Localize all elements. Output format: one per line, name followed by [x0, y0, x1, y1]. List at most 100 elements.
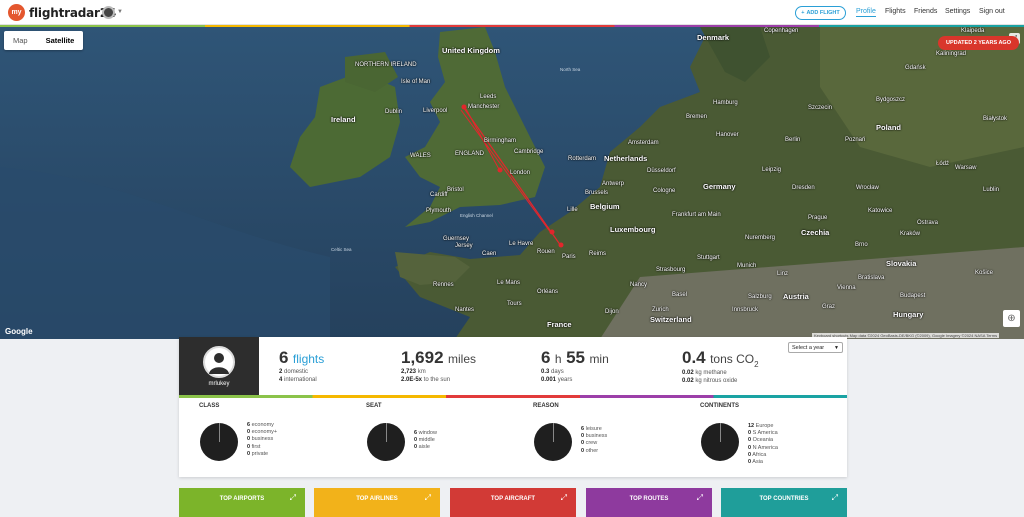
map-label: Cardiff	[430, 192, 448, 198]
chevron-down-icon: ▼	[834, 345, 839, 351]
seat-breakdown: SEAT 6 window 0 middle 0 aisle	[366, 403, 516, 473]
top-airlines-tile[interactable]: TOP AIRLINES ⤢	[314, 488, 440, 517]
map-label: Rennes	[433, 282, 454, 288]
flight-map[interactable]: United Kingdom NORTHERN IRELAND Ireland …	[0, 27, 1024, 339]
nav-settings[interactable]: Settings	[945, 8, 970, 15]
map-label: Hungary	[893, 310, 924, 319]
airport-pin-paris-cdg[interactable]	[549, 229, 555, 235]
methane-label: kg methane	[695, 370, 727, 377]
map-label: Austria	[783, 292, 809, 301]
map-label: Dijon	[605, 309, 619, 315]
map-label: Linz	[777, 271, 789, 277]
map-label: Netherlands	[604, 154, 648, 163]
map-label: Białystok	[983, 116, 1008, 122]
breakdown-row: 0 crew	[581, 440, 598, 447]
breakdown-row: 0 Oceania	[748, 437, 774, 444]
nitrous-label: kg nitrous oxide	[695, 378, 738, 385]
add-flight-label: ADD FLIGHT	[806, 10, 840, 16]
add-flight-button[interactable]: + ADD FLIGHT	[795, 6, 846, 20]
map-label: Košice	[975, 270, 994, 276]
breakdown-title: SEAT	[366, 403, 382, 409]
flights-stat: 6 flights 2 domestic 4 international	[279, 348, 324, 384]
map-label: Vienna	[837, 285, 856, 291]
domestic-label: domestic	[284, 369, 309, 375]
map-label: Nancy	[630, 282, 648, 288]
flights-count: 6	[279, 348, 289, 367]
map-label: Bydgoszcz	[876, 97, 906, 103]
map-label: Prague	[808, 215, 828, 221]
map-label: NORTHERN IRELAND	[355, 62, 417, 68]
breakdown-row: 0 business	[581, 433, 608, 440]
map-label: Hanover	[716, 132, 739, 138]
continents-pie-chart	[701, 423, 739, 461]
top-airports-tile[interactable]: TOP AIRPORTS ⤢	[179, 488, 305, 517]
expand-icon[interactable]: ⤢	[832, 493, 838, 503]
airport-pin-paris-orly[interactable]	[558, 242, 564, 248]
breakdown-row: 0 private	[247, 450, 269, 457]
map-label: Leipzig	[762, 167, 782, 173]
year-select[interactable]: Select a year ▼	[788, 342, 843, 353]
expand-icon[interactable]: ⤢	[425, 493, 431, 503]
map-label: Cologne	[653, 188, 676, 194]
years-label: years	[557, 377, 573, 383]
map-label: Czechia	[801, 228, 830, 237]
map-label: Plymouth	[426, 208, 452, 214]
map-label: Denmark	[697, 33, 730, 42]
map-type-toggle[interactable]: Map Satellite	[4, 31, 84, 50]
map-label: Leeds	[480, 94, 497, 100]
tile-title: TOP AIRCRAFT	[490, 496, 536, 502]
map-label: Bratislava	[858, 275, 885, 281]
breakdown-row: 0 S America	[748, 430, 778, 437]
expand-icon[interactable]: ⤢	[290, 493, 296, 503]
breakdown-row: 12 Europe	[748, 423, 774, 429]
top-routes-tile[interactable]: TOP ROUTES ⤢	[586, 488, 712, 517]
tile-title: TOP COUNTRIES	[759, 496, 809, 502]
locate-icon[interactable]: ⊕	[1003, 310, 1020, 327]
time-years: 0.001	[541, 377, 557, 383]
map-label: Slovakia	[886, 259, 917, 268]
satellite-view-button[interactable]: Satellite	[37, 31, 84, 50]
map-label: Ostrava	[917, 220, 939, 226]
breakdown-row: 0 economy+	[247, 429, 278, 436]
map-label: Bristol	[447, 187, 464, 193]
top-countries-tile[interactable]: TOP COUNTRIES ⤢	[721, 488, 847, 517]
nav-profile[interactable]: Profile	[856, 8, 876, 17]
top-aircraft-tile[interactable]: TOP AIRCRAFT ⤢	[450, 488, 576, 517]
map-label: Gdańsk	[905, 65, 926, 71]
map-label: Katowice	[868, 208, 893, 214]
map-label: Poznań	[845, 137, 866, 143]
time-hours: 6	[541, 348, 551, 367]
nav-sign-out[interactable]: Sign out	[979, 8, 1005, 15]
flights-unit-link[interactable]: flights	[293, 352, 324, 366]
distance-stat: 1,692 miles 2,723 km 2.0E-5x to the sun	[401, 348, 476, 384]
map-label: France	[547, 320, 572, 329]
co2-stat: 0.4 tons CO2 0.02 kg methane 0.02 kg nit…	[682, 348, 759, 385]
breakdown-row: 0 Africa	[748, 451, 767, 458]
class-pie-chart	[200, 423, 238, 461]
map-label: Nuremberg	[745, 235, 776, 241]
expand-icon[interactable]: ⤢	[697, 493, 703, 503]
map-label: Salzburg	[748, 294, 772, 300]
nav-friends[interactable]: Friends	[914, 8, 937, 15]
hours-unit: h	[554, 352, 562, 366]
user-silhouette-icon	[209, 353, 229, 374]
year-select-value: Select a year	[792, 345, 825, 351]
international-count: 4	[279, 377, 283, 383]
expand-icon[interactable]: ⤢	[561, 493, 567, 503]
map-view-button[interactable]: Map	[4, 31, 37, 50]
map-label: Lille	[567, 207, 578, 213]
logo[interactable]: my flightradar24	[8, 4, 116, 21]
chevron-down-icon[interactable]: ▼	[117, 9, 123, 15]
map-terrain	[0, 27, 1024, 339]
user-avatar-icon[interactable]	[102, 6, 115, 19]
airport-pin-manchester[interactable]	[461, 104, 467, 110]
map-label: Kraków	[900, 231, 921, 237]
nav-flights[interactable]: Flights	[885, 8, 906, 15]
airport-pin-london[interactable]	[497, 167, 503, 173]
reason-breakdown: REASON 6 leisure 0 business 0 crew 0 oth…	[533, 403, 683, 473]
map-label: Basel	[672, 292, 688, 298]
map-label: Szczecin	[808, 105, 833, 111]
top-navigation-bar: my flightradar24 ▼ + ADD FLIGHT Profile …	[0, 0, 1024, 25]
tile-title: TOP AIRLINES	[356, 496, 398, 502]
km-label: km	[417, 369, 426, 375]
